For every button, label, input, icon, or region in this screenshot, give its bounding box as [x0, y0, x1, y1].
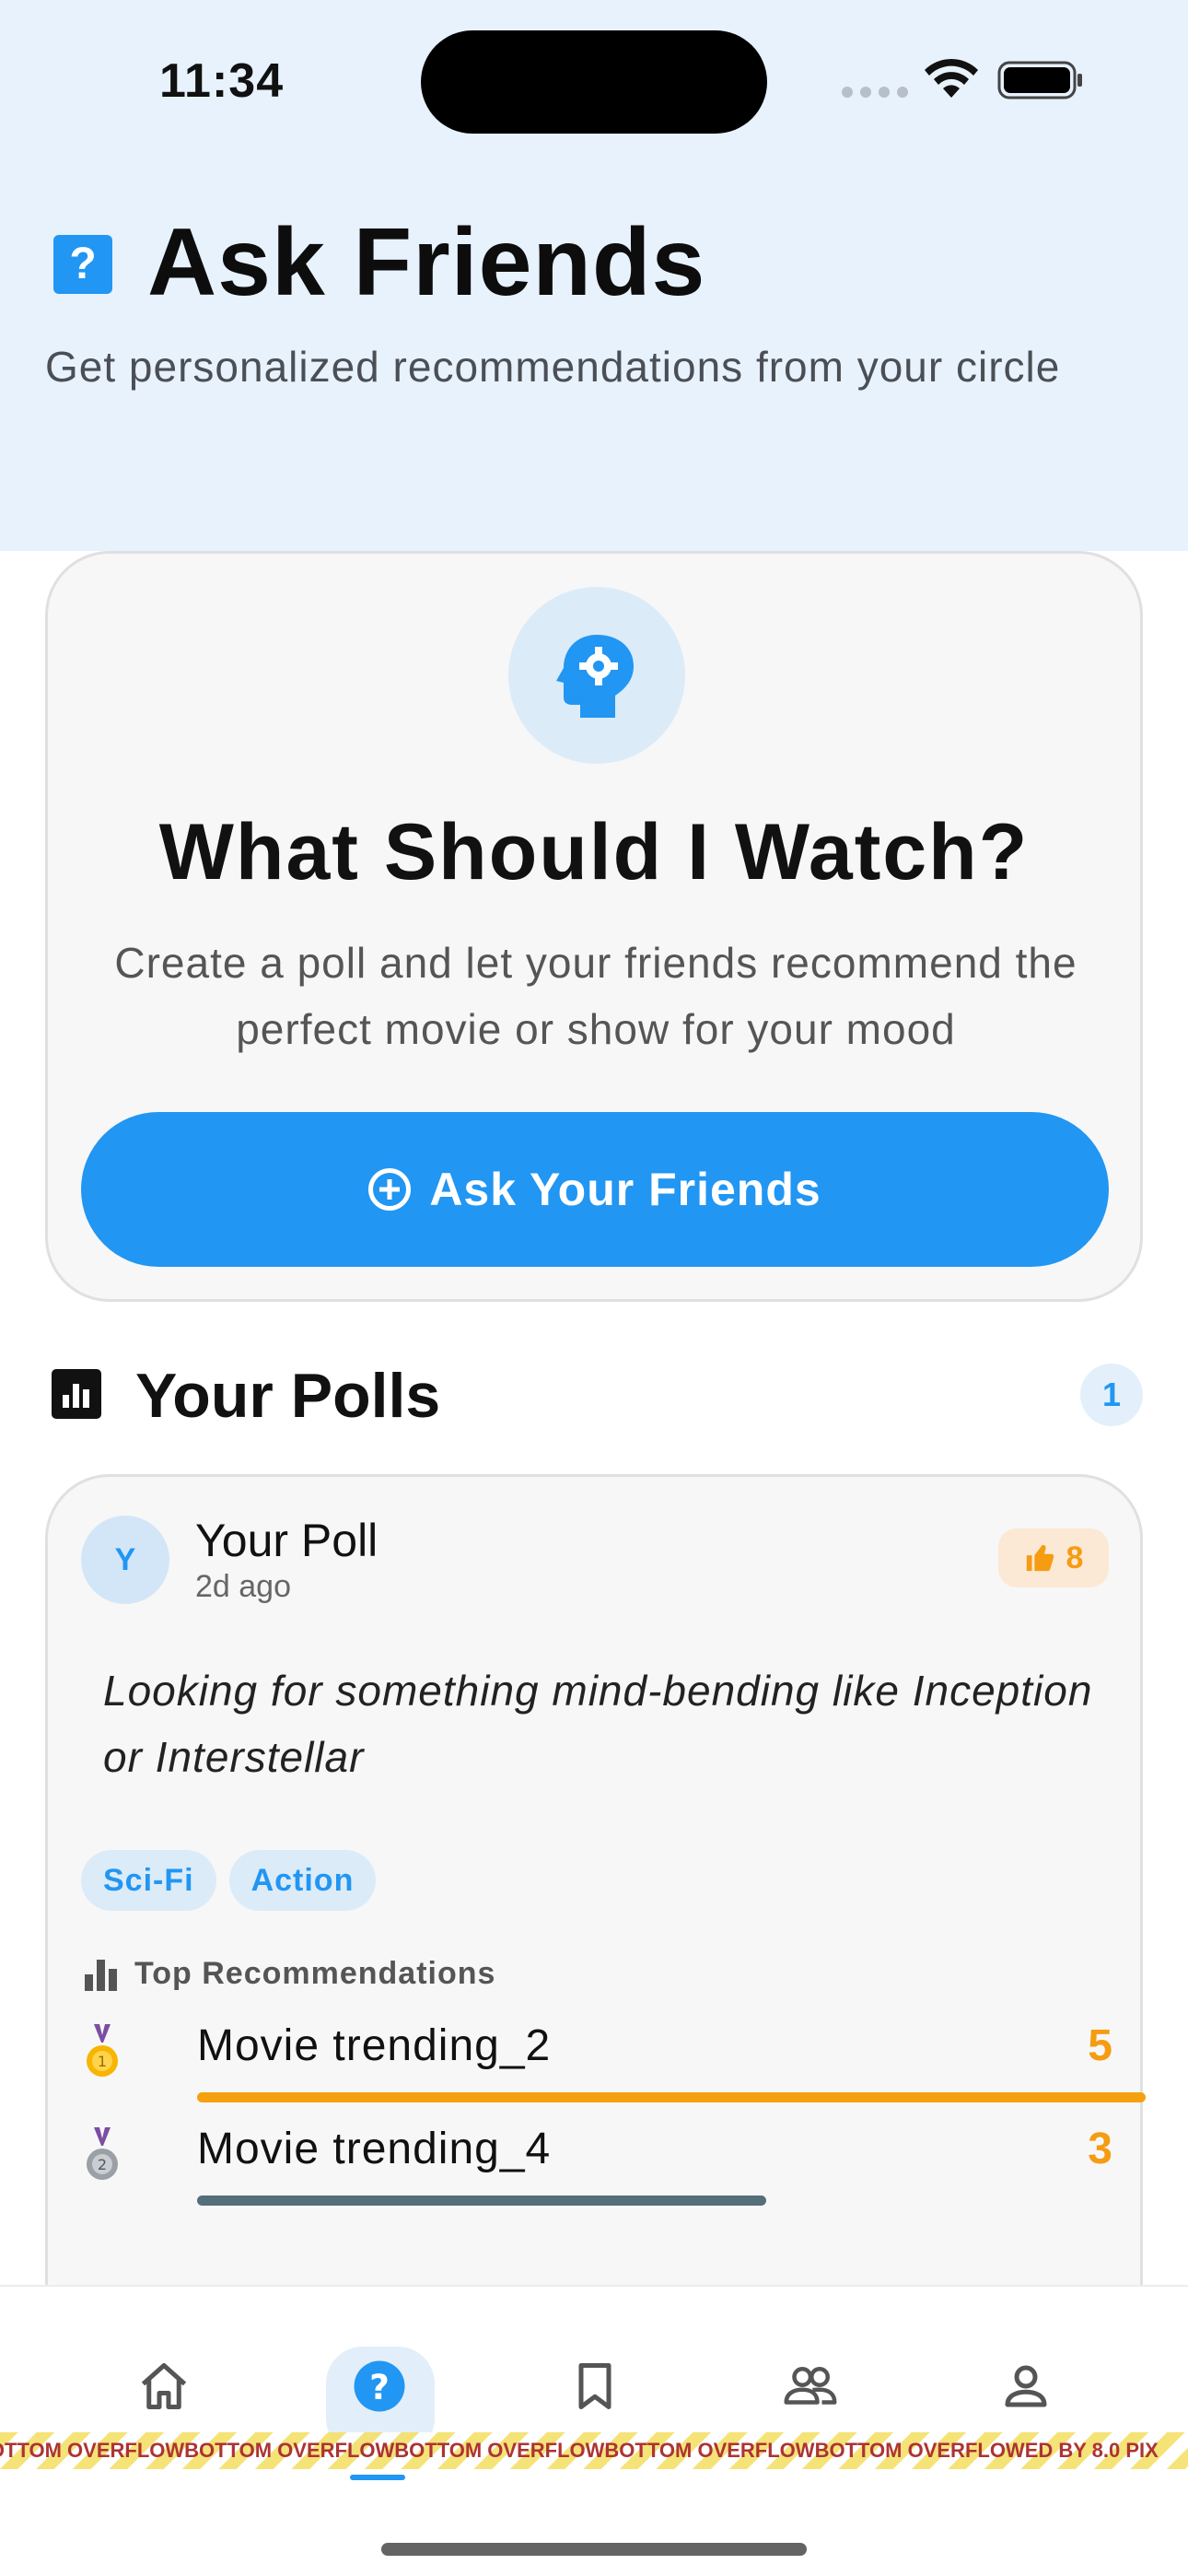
- poll-question: Looking for something mind-bending like …: [103, 1667, 1093, 1781]
- recommendation-votes: 3: [1088, 2125, 1112, 2173]
- ask-friends-card: What Should I Watch? Create a poll and l…: [45, 551, 1143, 1302]
- ask-button-label: Ask Your Friends: [429, 1164, 821, 1215]
- active-tab-indicator: [350, 2475, 405, 2480]
- question-icon: ?: [53, 235, 112, 294]
- tag-chip[interactable]: Sci-Fi: [81, 1850, 216, 1911]
- bookmark-icon: [578, 2363, 611, 2409]
- bar-chart-icon: [52, 1369, 101, 1419]
- svg-text:1: 1: [98, 2053, 107, 2070]
- recommendation-bar: [197, 2195, 766, 2206]
- friends-icon: [784, 2367, 837, 2405]
- profile-icon: [1005, 2365, 1047, 2407]
- hero-description: Create a poll and let your friends recom…: [114, 939, 1077, 1053]
- recommendation-row[interactable]: 2 Movie trending_4 3: [85, 2124, 1112, 2216]
- overflow-text: BOTTOM OVERFLOWED BY 8.0 PIX: [814, 2439, 1159, 2462]
- overflow-text: BOTTOM OVERFLOW: [184, 2439, 395, 2462]
- hero-icon-circle: [508, 587, 685, 764]
- home-indicator: [381, 2543, 807, 2556]
- poll-author: Your Poll: [195, 1515, 379, 1566]
- hero-title: What Should I Watch?: [158, 808, 1030, 896]
- page-title: Ask Friends: [147, 209, 706, 316]
- status-bar: 11:34: [0, 0, 1188, 157]
- recommendation-title: Movie trending_4: [197, 2125, 552, 2173]
- overflow-text: BOTTOM OVERFLOW: [0, 2439, 185, 2462]
- psychology-head-icon: [556, 635, 634, 718]
- dynamic-island: [421, 30, 767, 134]
- tag-chip[interactable]: Action: [228, 1850, 377, 1911]
- bottom-navigation-bar: ?: [0, 2285, 1188, 2576]
- likes-badge[interactable]: 8: [998, 1528, 1109, 1587]
- overflow-warning-banner: BOTTOM OVERFLOWBOTTOM OVERFLOWBOTTOM OVE…: [0, 2432, 1188, 2469]
- status-time: 11:34: [159, 54, 285, 108]
- page-subtitle: Get personalized recommendations from yo…: [45, 343, 1061, 391]
- genre-tags: Sci-Fi Action: [81, 1850, 377, 1911]
- top-recommendations-header: Top Recommendations: [85, 1956, 495, 1992]
- svg-text:2: 2: [98, 2156, 107, 2173]
- cellular-signal-icon: [842, 87, 908, 98]
- recommendation-title: Movie trending_2: [197, 2021, 552, 2070]
- poll-timestamp: 2d ago: [195, 1569, 291, 1604]
- avatar: Y: [81, 1516, 169, 1604]
- recommendation-row[interactable]: 1 Movie trending_2 5: [85, 2020, 1146, 2113]
- your-polls-title: Your Polls: [135, 1361, 441, 1431]
- top-recommendations-label: Top Recommendations: [134, 1956, 496, 1991]
- leaderboard-icon: [85, 1958, 120, 1991]
- svg-text:?: ?: [369, 2367, 390, 2407]
- battery-icon: [997, 61, 1082, 100]
- home-icon: [141, 2363, 187, 2409]
- polls-count-badge: 1: [1080, 1364, 1143, 1426]
- silver-medal-icon: 2: [87, 2127, 118, 2180]
- recommendation-bar: [197, 2092, 1146, 2102]
- recommendation-votes: 5: [1088, 2021, 1112, 2070]
- wifi-icon: [925, 58, 978, 98]
- ask-your-friends-button[interactable]: Ask Your Friends: [81, 1112, 1109, 1267]
- thumb-up-icon: [1026, 1544, 1054, 1572]
- overflow-text: BOTTOM OVERFLOW: [604, 2439, 815, 2462]
- help-icon: ?: [354, 2360, 405, 2412]
- gold-medal-icon: 1: [87, 2024, 118, 2077]
- overflow-text: BOTTOM OVERFLOW: [394, 2439, 605, 2462]
- likes-count: 8: [1066, 1540, 1084, 1575]
- add-circle-icon: [368, 1168, 412, 1211]
